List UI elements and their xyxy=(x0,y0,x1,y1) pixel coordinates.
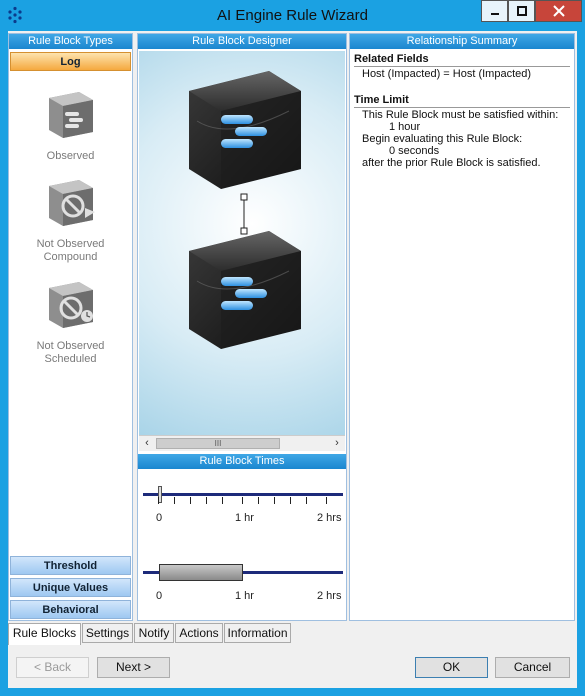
slider-2-label-end: 2 hrs xyxy=(317,590,342,602)
close-icon xyxy=(552,5,565,17)
tick xyxy=(190,497,191,504)
rule-block-times-header: Rule Block Times xyxy=(138,454,346,469)
rule-block-observed[interactable]: Observed xyxy=(9,84,132,163)
minimize-button[interactable] xyxy=(481,0,508,22)
tick xyxy=(306,497,307,504)
tick xyxy=(158,497,159,504)
category-behavioral[interactable]: Behavioral xyxy=(10,600,131,619)
slider-1-label-end: 2 hrs xyxy=(317,512,342,524)
rule-block-observed-label: Observed xyxy=(46,150,95,162)
maximize-button[interactable] xyxy=(508,0,535,22)
relationship-summary-header: Relationship Summary xyxy=(350,34,574,49)
tab-settings[interactable]: Settings xyxy=(82,623,133,643)
begin-evaluating-slider[interactable]: 0 1 hr 2 hrs xyxy=(139,548,345,608)
designer-horizontal-scrollbar[interactable]: ‹ III › xyxy=(139,435,345,451)
tick xyxy=(174,497,175,504)
cancel-button[interactable]: Cancel xyxy=(495,657,570,678)
slider-1-track xyxy=(143,493,343,496)
rule-block-not-observed-compound-label: Not Observed Compound xyxy=(36,238,105,263)
satisfy-within-slider[interactable]: 0 1 hr 2 hrs xyxy=(139,470,345,530)
wizard-body: Rule Block Types Log Observed Not Observ… xyxy=(8,31,577,688)
close-button[interactable] xyxy=(535,0,582,22)
tick xyxy=(274,497,275,504)
slider-2-range-thumb[interactable] xyxy=(159,564,243,581)
rule-block-types-panel: Rule Block Types Log Observed Not Observ… xyxy=(8,33,133,621)
tick xyxy=(206,497,207,504)
scroll-left-icon[interactable]: ‹ xyxy=(139,436,155,452)
ok-button[interactable]: OK xyxy=(415,657,488,678)
next-button[interactable]: Next > xyxy=(97,657,170,678)
rule-block-connector[interactable] xyxy=(240,193,248,235)
category-threshold[interactable]: Threshold xyxy=(10,556,131,575)
tab-rule-blocks[interactable]: Rule Blocks xyxy=(8,623,81,645)
time-limit-title: Time Limit xyxy=(354,94,570,108)
observed-cube-icon xyxy=(48,92,93,138)
not-observed-scheduled-icon xyxy=(48,282,93,328)
slider-2-label-mid: 1 hr xyxy=(235,590,254,602)
relationship-summary-panel: Relationship Summary Related Fields Host… xyxy=(349,33,575,621)
tab-notify[interactable]: Notify xyxy=(134,623,174,643)
rule-block-times-area: 0 1 hr 2 hrs 0 1 hr 2 hrs xyxy=(139,470,345,620)
rule-block-designer-panel: Rule Block Designer ‹ III › Rule Block T… xyxy=(137,33,347,621)
tick xyxy=(258,497,259,504)
related-fields-value: Host (Impacted) = Host (Impacted) xyxy=(362,68,532,80)
scroll-right-icon[interactable]: › xyxy=(329,436,345,452)
time-limit-line-1: This Rule Block must be satisfied within… xyxy=(362,109,559,121)
time-limit-line-4: 0 seconds xyxy=(389,145,440,157)
scroll-thumb[interactable]: III xyxy=(156,438,280,449)
category-unique-values[interactable]: Unique Values xyxy=(10,578,131,597)
rule-block-1-cube[interactable] xyxy=(189,71,301,189)
category-log[interactable]: Log xyxy=(10,52,131,71)
time-limit-line-3: Begin evaluating this Rule Block: xyxy=(362,133,523,145)
time-limit-line-5: after the prior Rule Block is satisfied. xyxy=(362,157,541,169)
designer-canvas[interactable] xyxy=(139,51,345,435)
tab-information[interactable]: Information xyxy=(224,623,291,643)
slider-2-label-start: 0 xyxy=(156,590,163,602)
back-button[interactable]: < Back xyxy=(16,657,89,678)
tick xyxy=(326,497,327,504)
rule-block-not-observed-scheduled[interactable]: Not Observed Scheduled xyxy=(9,274,132,366)
wizard-window: AI Engine Rule Wizard Rule Block Types L… xyxy=(0,0,585,696)
tick xyxy=(290,497,291,504)
tab-actions[interactable]: Actions xyxy=(175,623,223,643)
rule-block-not-observed-scheduled-label: Not Observed Scheduled xyxy=(36,340,105,365)
slider-1-label-mid: 1 hr xyxy=(235,512,254,524)
tick xyxy=(222,497,223,504)
related-fields-title: Related Fields xyxy=(354,53,570,67)
rule-block-2-cube[interactable] xyxy=(189,231,301,349)
relationship-summary-content: Related Fields Host (Impacted) = Host (I… xyxy=(354,53,570,169)
slider-1-label-start: 0 xyxy=(156,512,163,524)
maximize-icon xyxy=(516,6,527,16)
not-observed-compound-icon xyxy=(48,180,95,226)
title-bar: AI Engine Rule Wizard xyxy=(0,0,585,31)
tick xyxy=(242,497,243,504)
time-limit-line-2: 1 hour xyxy=(389,121,421,133)
rule-block-designer-header: Rule Block Designer xyxy=(138,34,346,49)
rule-block-types-header: Rule Block Types xyxy=(9,34,132,49)
minimize-icon xyxy=(490,13,499,15)
rule-block-not-observed-compound[interactable]: Not Observed Compound xyxy=(9,172,132,264)
